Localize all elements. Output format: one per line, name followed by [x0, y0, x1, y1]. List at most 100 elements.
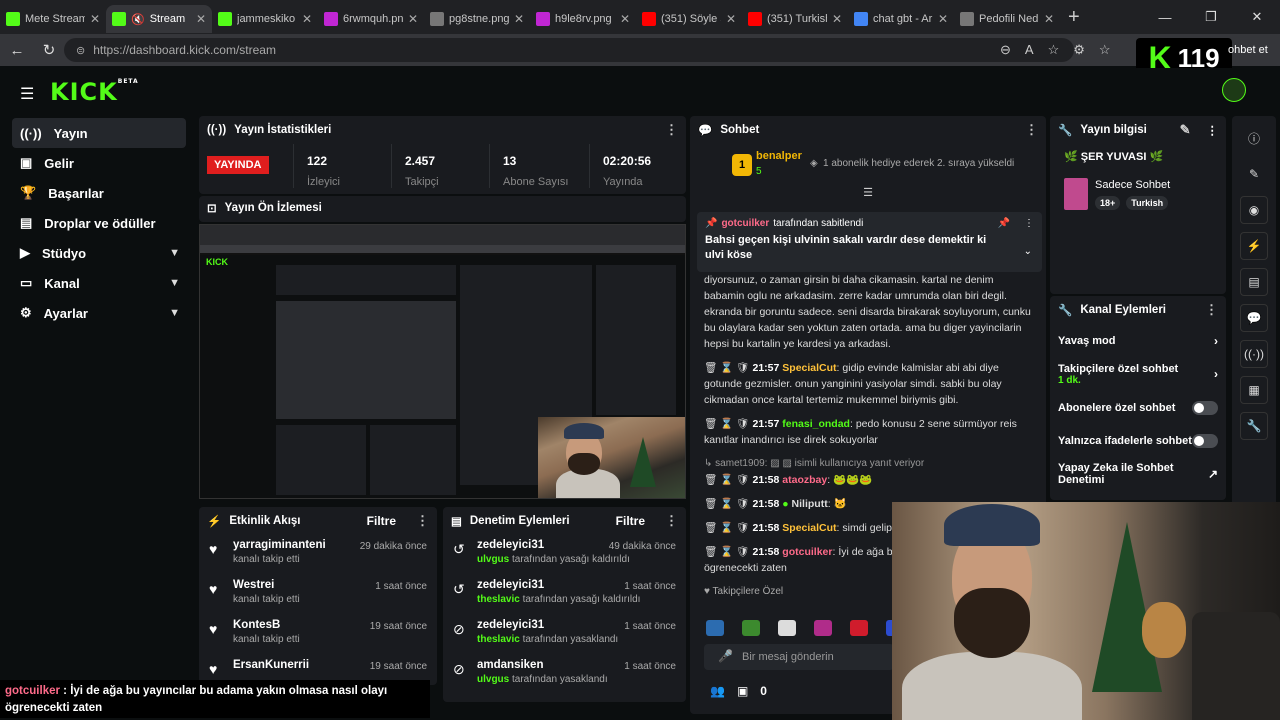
site-info-icon[interactable]: ⊜ [76, 44, 85, 57]
chat-message: 🗑 ⌛ 🛡 21:57 fenasi_ondad: pedo konusu 2 … [704, 418, 1017, 446]
browser-tab[interactable]: 6rwmquh.png✕ [318, 5, 424, 33]
follower-only-item[interactable]: Takipçilere özel sohbet 1 dk. › [1050, 357, 1226, 391]
menu-icon[interactable]: ☰ [20, 84, 34, 104]
favorite-icon[interactable]: ☆ [1048, 42, 1060, 58]
more-options-icon[interactable]: ⋮ [1024, 218, 1034, 229]
more-options-icon[interactable]: ⋮ [416, 513, 429, 529]
list-item: ⊘ amdansiken ulvgus tarafından yasaklandı 1… [453, 659, 676, 685]
browser-tab[interactable]: (351) Turkish ✕ [742, 5, 848, 33]
minimize-icon[interactable]: — [1142, 10, 1188, 25]
preview-tabbar [200, 225, 685, 245]
lightning-icon[interactable]: ⚡ [1240, 232, 1268, 260]
close-icon[interactable]: ✕ [514, 12, 524, 26]
close-icon[interactable]: ✕ [90, 12, 100, 26]
emote-icon[interactable] [706, 620, 724, 636]
emote-only-toggle[interactable] [1192, 433, 1218, 448]
live-badge: YAYINDA [207, 156, 269, 174]
heart-icon: ♥ [209, 581, 218, 597]
chat-footer: 👥 ▣ 0 [710, 684, 767, 698]
zoom-icon[interactable]: ⊖ [1000, 42, 1011, 58]
maximize-icon[interactable]: ❐ [1188, 9, 1234, 25]
close-icon[interactable]: ✕ [620, 12, 630, 26]
gear-icon: ⚙ [20, 305, 32, 320]
emote-icon[interactable] [742, 620, 760, 636]
close-icon[interactable]: ✕ [196, 12, 206, 26]
browser-tab[interactable]: Mete Stream ✕ [0, 5, 106, 33]
close-icon[interactable]: ✕ [832, 12, 842, 26]
wrench-icon[interactable]: 🔧 [1240, 412, 1268, 440]
sidebar-item-studyo[interactable]: ▶ Stüdyo ▼ [12, 238, 186, 268]
emote-icon[interactable] [850, 620, 868, 636]
sidebar: ((·)) Yayın ▣ Gelir 🏆 Başarılar ▤ Droplar ve… [0, 118, 194, 328]
chevron-down-icon[interactable]: ▼ [169, 247, 180, 259]
emote-icon[interactable] [814, 620, 832, 636]
close-icon[interactable]: ✕ [302, 12, 312, 26]
layout-icon[interactable]: ▦ [1240, 376, 1268, 404]
pin-icon[interactable]: 📌 [998, 218, 1010, 229]
heart-icon: ♥ [209, 621, 218, 637]
close-icon[interactable]: ✕ [726, 12, 736, 26]
kick-logo[interactable]: KICKBETA [50, 78, 139, 106]
browser-tab[interactable]: chat gbt - Ar ✕ [848, 5, 954, 33]
close-icon[interactable]: ✕ [408, 12, 418, 26]
new-tab-button[interactable]: + [1068, 6, 1080, 29]
favorites-bar-icon[interactable]: ☆ [1099, 42, 1111, 58]
info-icon[interactable]: ⓘ [1240, 124, 1268, 152]
edit-icon[interactable]: ✎ [1240, 160, 1268, 188]
sidebar-item-droplar[interactable]: ▤ Droplar ve ödüller [12, 208, 186, 238]
category-thumbnail [1064, 178, 1088, 210]
browser-tab[interactable]: pg8stne.png ✕ [424, 5, 530, 33]
sidebar-item-basarilar[interactable]: 🏆 Başarılar [12, 178, 186, 208]
lightning-icon: ⚡ [207, 516, 222, 528]
chat-icon[interactable]: 💬 [1240, 304, 1268, 332]
more-options-icon[interactable]: ⋮ [665, 122, 678, 138]
filter-button[interactable]: Filtre [367, 514, 396, 528]
chevron-down-icon[interactable]: ▼ [169, 307, 180, 319]
filter-button[interactable]: Filtre [616, 514, 645, 528]
browser-tab[interactable]: (351) Söyle S✕ [636, 5, 742, 33]
gift-icon[interactable]: ▣ [737, 684, 748, 698]
url-field[interactable]: ⊜ https://dashboard.kick.com/stream [64, 38, 1074, 62]
slow-mode-item[interactable]: Yavaş mod › [1050, 324, 1226, 357]
more-options-icon[interactable]: ⋮ [665, 513, 678, 529]
verified-icon: ● [782, 498, 789, 510]
more-options-icon[interactable]: ⋮ [1025, 122, 1038, 138]
edit-icon[interactable]: ✎ [1180, 122, 1191, 138]
chat-caption-overlay: gotcuilker : İyi de ağa bu yayıncılar bu… [0, 680, 430, 718]
browser-tab[interactable]: Pedofili Nedir ✕ [954, 5, 1060, 33]
sidebar-item-gelir[interactable]: ▣ Gelir [12, 148, 186, 178]
stream-preview[interactable]: KICK [199, 224, 686, 499]
users-icon[interactable]: 👥 [710, 684, 725, 698]
camera-icon[interactable]: ◉ [1240, 196, 1268, 224]
back-icon[interactable]: ← [8, 42, 26, 59]
sidebar-item-ayarlar[interactable]: ⚙ Ayarlar ▼ [12, 298, 186, 328]
close-window-icon[interactable]: ✕ [1234, 9, 1280, 25]
avatar[interactable] [1222, 78, 1246, 102]
sidebar-item-kanal[interactable]: ▭ Kanal ▼ [12, 268, 186, 298]
mute-icon[interactable]: 🔇 [131, 13, 145, 26]
broadcast-icon[interactable]: ((·)) [1240, 340, 1268, 368]
reload-icon[interactable]: ↻ [40, 41, 58, 59]
sidebar-item-yayin[interactable]: ((·)) Yayın [12, 118, 186, 148]
close-icon[interactable]: ✕ [938, 12, 948, 26]
extensions-icon[interactable]: ⚙ [1073, 42, 1085, 58]
mic-icon[interactable]: 🎤 [718, 649, 733, 663]
sub-only-toggle[interactable] [1192, 400, 1218, 415]
emote-icon[interactable] [778, 620, 796, 636]
chat-input[interactable]: Bir mesaj gönderin 🎤 [704, 644, 894, 670]
browser-tab[interactable]: jammeskiko ✕ [212, 5, 318, 33]
unban-icon: ↺ [453, 541, 465, 557]
read-aloud-icon[interactable]: A [1025, 42, 1034, 58]
chevron-down-icon[interactable]: ⌄ [1024, 246, 1032, 257]
activity-panel: ⚡ Etkinlik Akışı Filtre ⋮ ♥ yarragiminanteni… [199, 507, 437, 685]
more-options-icon[interactable]: ⋮ [1205, 302, 1218, 318]
browser-tab-active[interactable]: 🔇 Stream ✕ [106, 5, 212, 33]
close-icon[interactable]: ✕ [1044, 12, 1054, 26]
document-icon[interactable]: ▤ [1240, 268, 1268, 296]
chevron-down-icon[interactable]: ▼ [169, 277, 180, 289]
list-item: ⊘ zedeleyici31 theslavic tarafından yasakl… [453, 619, 676, 645]
broadcast-icon: ((·)) [207, 124, 227, 136]
more-options-icon[interactable]: ⋮ [1207, 123, 1219, 137]
browser-tab[interactable]: h9le8rv.png ✕ [530, 5, 636, 33]
ai-moderation-item[interactable]: Yapay Zeka ile Sohbet Denetimi ↗ [1050, 457, 1226, 490]
